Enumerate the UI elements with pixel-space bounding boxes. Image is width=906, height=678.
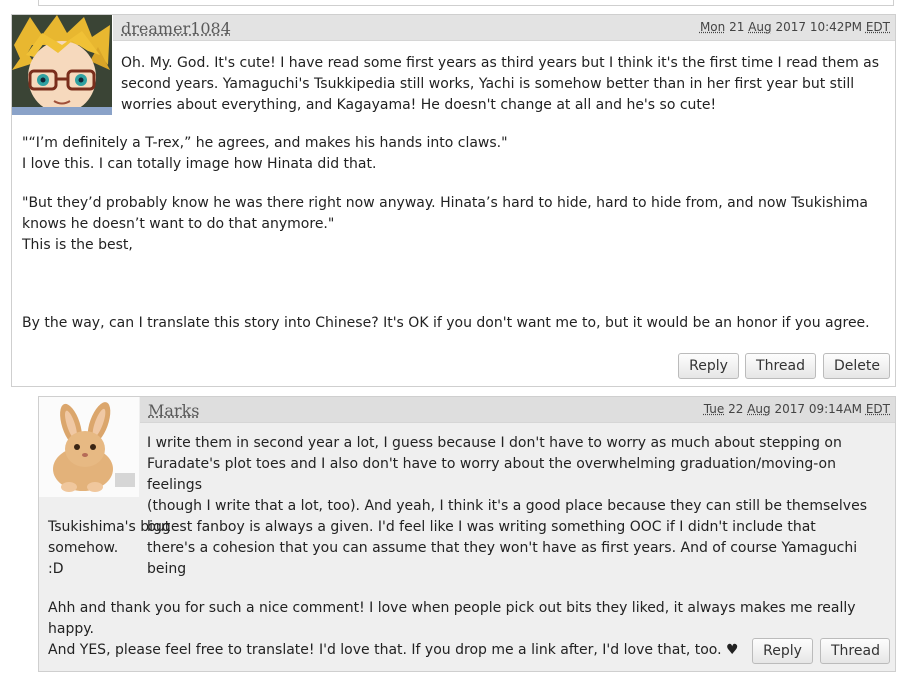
text-line: Furadate's plot toes and I also don't ha… xyxy=(147,456,836,493)
date-month: Aug xyxy=(747,402,771,416)
previous-comment-edge xyxy=(38,0,894,6)
text-line: This is the best, xyxy=(22,237,133,253)
avatar[interactable] xyxy=(12,15,112,115)
date-day: Tue xyxy=(703,402,725,416)
comment-dreamer1084: dreamer1084 Mon 21 Aug 2017 10:42PM EDT … xyxy=(11,14,896,387)
username-link[interactable]: Marks xyxy=(148,401,199,420)
date-tz: EDT xyxy=(865,20,890,34)
comment-text-top: Oh. My. God. It's cute! I have read some… xyxy=(121,53,891,116)
avatar-image xyxy=(39,397,139,497)
date-year: 2017 xyxy=(774,402,806,416)
text-line: worries about everything, and Kagayama! … xyxy=(121,97,717,113)
text-line: Tsukishima's biggest fanboy is always a … xyxy=(48,519,816,556)
reply-button[interactable]: Reply xyxy=(678,353,739,379)
date-tz: EDT xyxy=(865,402,890,416)
reply-button[interactable]: Reply xyxy=(752,638,813,664)
text-line: Ahh and thank you for such a nice commen… xyxy=(48,600,856,637)
comment-date: Mon 21 Aug 2017 10:42PM EDT xyxy=(700,20,890,34)
date-month: Aug xyxy=(748,20,772,34)
text-line: "But they’d probably know he was there r… xyxy=(22,195,868,211)
text-line: second years. Yamaguchi's Tsukkipedia st… xyxy=(121,76,855,92)
thread-button[interactable]: Thread xyxy=(820,638,890,664)
date-time: 09:14AM xyxy=(808,402,863,416)
username-link[interactable]: dreamer1084 xyxy=(121,19,231,38)
avatar[interactable] xyxy=(39,397,139,497)
comment-header: Marks Tue 22 Aug 2017 09:14AM EDT xyxy=(140,397,895,423)
date-day: Mon xyxy=(699,20,726,34)
text-line: I love this. I can totally image how Hin… xyxy=(22,156,377,172)
text-line: knows he doesn’t want to do that anymore… xyxy=(22,216,335,232)
date-time: 10:42PM xyxy=(809,20,863,34)
delete-button[interactable]: Delete xyxy=(823,353,890,379)
comment-date: Tue 22 Aug 2017 09:14AM EDT xyxy=(704,402,890,416)
date-year: 2017 xyxy=(775,20,807,34)
text-line: Oh. My. God. It's cute! I have read some… xyxy=(121,55,880,71)
text-line: I write them in second year a lot, I gue… xyxy=(147,435,842,451)
thread-button[interactable]: Thread xyxy=(745,353,816,379)
date-date: 21 xyxy=(729,20,745,34)
avatar-image xyxy=(12,15,112,115)
text-line: "“I’m definitely a T-rex,” he agrees, an… xyxy=(22,135,508,151)
text-line: By the way, can I translate this story i… xyxy=(22,315,870,331)
comment-text-body: "“I’m definitely a T-rex,” he agrees, an… xyxy=(22,133,888,334)
comment-header: dreamer1084 Mon 21 Aug 2017 10:42PM EDT xyxy=(113,15,895,41)
date-date: 22 xyxy=(728,402,744,416)
comment-marks: Marks Tue 22 Aug 2017 09:14AM EDT I writ… xyxy=(38,396,896,672)
text-line: :D xyxy=(48,561,64,577)
